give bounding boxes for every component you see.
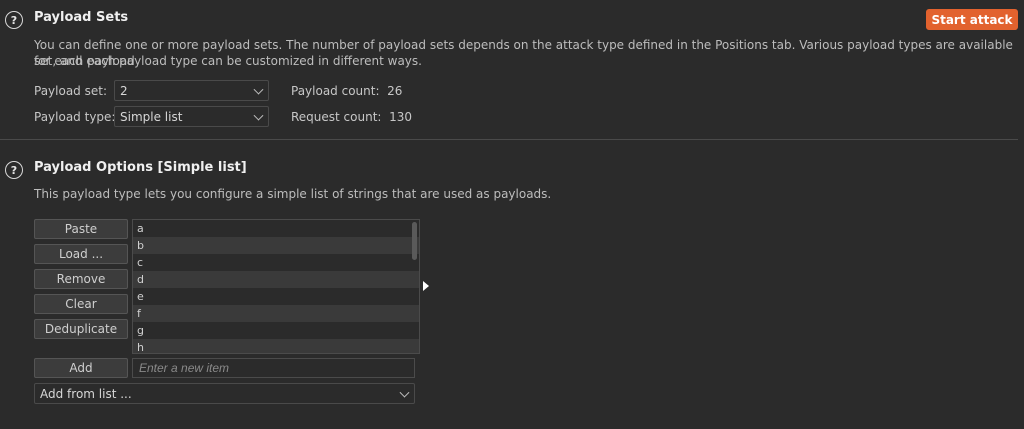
- load-button[interactable]: Load ...: [34, 244, 128, 264]
- help-icon[interactable]: ?: [5, 11, 23, 29]
- payload-set-select[interactable]: 2: [114, 80, 269, 101]
- list-item[interactable]: a: [133, 220, 419, 237]
- list-item[interactable]: g: [133, 322, 419, 339]
- request-count-value: 130: [389, 110, 413, 124]
- list-item[interactable]: h: [133, 339, 419, 353]
- paste-button[interactable]: Paste: [34, 219, 128, 239]
- clear-button[interactable]: Clear: [34, 294, 128, 314]
- list-scrollbar[interactable]: [412, 222, 417, 260]
- list-item[interactable]: d: [133, 271, 419, 288]
- add-button[interactable]: Add: [34, 358, 128, 378]
- payload-options-title: Payload Options [Simple list]: [34, 160, 247, 175]
- start-attack-button[interactable]: Start attack: [926, 9, 1018, 30]
- section-divider: [0, 139, 1018, 140]
- chevron-down-icon: [399, 387, 410, 398]
- add-from-list-select[interactable]: Add from list ...: [34, 383, 415, 404]
- payload-count-value: 26: [387, 84, 403, 98]
- new-item-input[interactable]: [132, 358, 415, 378]
- payload-type-value: Simple list: [120, 109, 183, 124]
- list-item[interactable]: b: [133, 237, 419, 254]
- request-count-label-text: Request count:: [291, 110, 382, 124]
- list-item[interactable]: c: [133, 254, 419, 271]
- deduplicate-button[interactable]: Deduplicate: [34, 319, 128, 339]
- payload-sets-title: Payload Sets: [34, 10, 129, 25]
- add-from-list-label: Add from list ...: [40, 386, 132, 401]
- payload-count-label-text: Payload count:: [291, 84, 380, 98]
- request-count-label: Request count: 130: [291, 110, 412, 124]
- remove-button[interactable]: Remove: [34, 269, 128, 289]
- payload-list[interactable]: a b c d e f g h: [132, 219, 420, 354]
- payload-set-value: 2: [120, 83, 128, 98]
- payload-type-select[interactable]: Simple list: [114, 106, 269, 127]
- chevron-down-icon: [253, 110, 264, 121]
- payload-count-label: Payload count: 26: [291, 84, 402, 98]
- payload-options-description: This payload type lets you configure a s…: [34, 187, 552, 201]
- payload-sets-description-line2: set, and each payload type can be custom…: [34, 54, 422, 68]
- chevron-down-icon: [253, 84, 264, 95]
- payload-type-label: Payload type:: [34, 110, 116, 124]
- mouse-cursor-icon: [423, 281, 429, 291]
- help-icon[interactable]: ?: [5, 161, 23, 179]
- list-item[interactable]: e: [133, 288, 419, 305]
- list-item[interactable]: f: [133, 305, 419, 322]
- payload-set-label: Payload set:: [34, 84, 107, 98]
